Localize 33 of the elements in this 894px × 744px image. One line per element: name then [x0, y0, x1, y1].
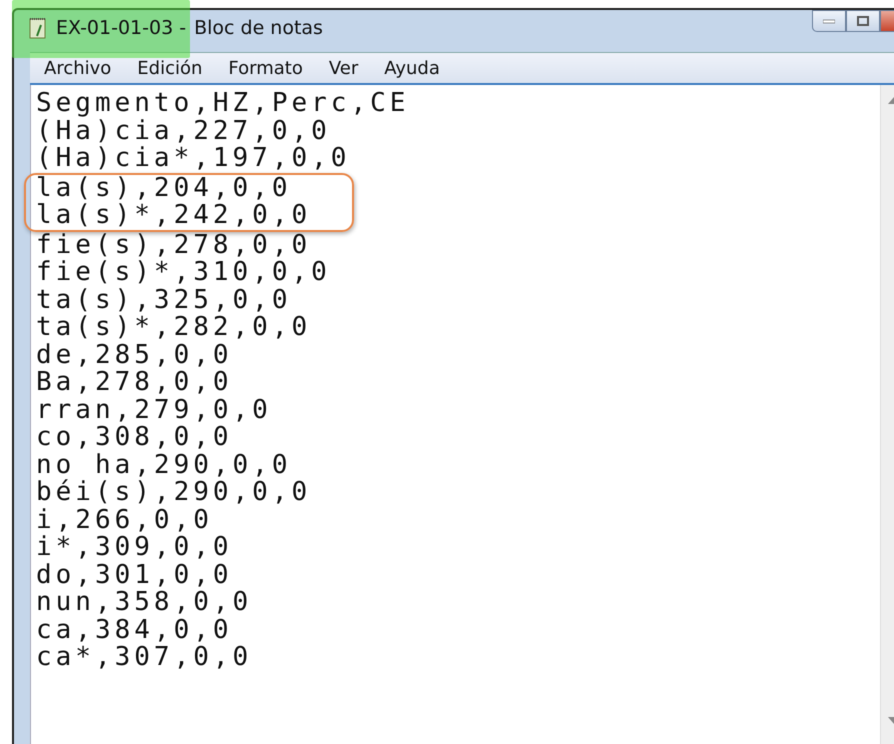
text-line: co,308,0,0 [36, 424, 234, 452]
text-line: Segmento,HZ,Perc,CE [36, 90, 410, 118]
window-title-filename: EX-01-01-03 - [56, 17, 186, 39]
text-line: nun,358,0,0 [36, 589, 254, 616]
text-line: ca,384,0,0 [36, 616, 234, 644]
text-line: la(s)*,242,0,0 [36, 202, 312, 230]
maximize-button[interactable] [846, 10, 880, 32]
window-title-app: Bloc de notas [194, 17, 323, 39]
text-line: de,285,0,0 [36, 342, 234, 369]
menu-item[interactable]: Formato [228, 58, 303, 78]
text-line: Ba,278,0,0 [36, 369, 234, 396]
text-line: do,301,0,0 [36, 562, 234, 589]
text-line: ta(s)*,282,0,0 [36, 314, 312, 342]
menu-item[interactable]: Archivo [44, 58, 112, 78]
maximize-icon [857, 16, 869, 26]
text-line: béi(s),290,0,0 [36, 479, 312, 506]
minimize-button[interactable] [812, 10, 846, 32]
notepad-icon [28, 17, 48, 39]
text-line: i,266,0,0 [36, 506, 214, 534]
text-line: i*,309,0,0 [36, 534, 234, 562]
text-line: rran,279,0,0 [36, 396, 273, 424]
text-line: ta(s),325,0,0 [36, 286, 292, 314]
minimize-icon [823, 18, 835, 24]
menu-item[interactable]: Ayuda [384, 58, 440, 78]
text-line: fie(s)*,310,0,0 [36, 259, 332, 286]
menu-item[interactable]: Ver [328, 58, 358, 78]
text-line: la(s),204,0,0 [36, 174, 292, 202]
text-line: (Ha)cia*,197,0,0 [36, 145, 352, 172]
text-line: fie(s),278,0,0 [36, 232, 312, 259]
text-line: ca*,307,0,0 [36, 644, 254, 672]
text-line: no ha,290,0,0 [36, 452, 292, 479]
text-line: (Ha)cia,227,0,0 [36, 118, 331, 145]
menu-item[interactable]: Edición [137, 58, 202, 78]
